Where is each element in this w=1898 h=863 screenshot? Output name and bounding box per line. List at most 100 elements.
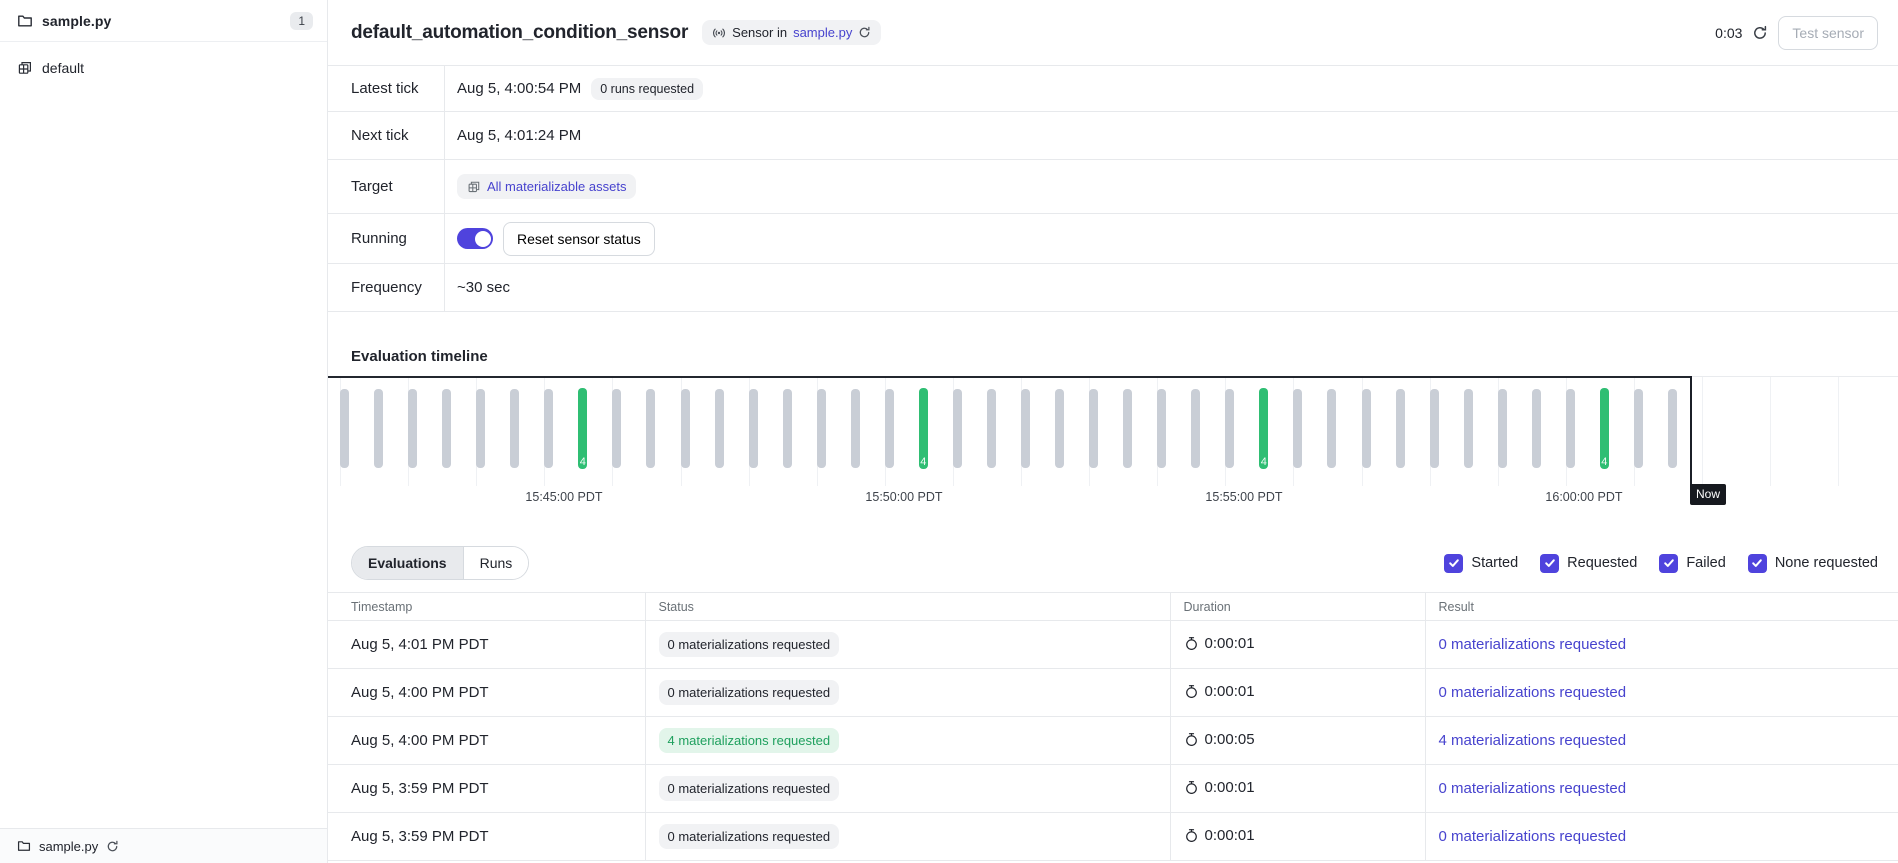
checkbox-checked-icon[interactable] bbox=[1748, 554, 1767, 573]
tick-bar-none[interactable] bbox=[1532, 389, 1541, 468]
tab-runs[interactable]: Runs bbox=[463, 547, 529, 579]
tick-bar-none[interactable] bbox=[442, 389, 451, 468]
stopwatch-icon bbox=[1184, 732, 1199, 747]
column-header-duration: Duration bbox=[1170, 593, 1425, 621]
evaluations-runs-tabs: EvaluationsRuns bbox=[351, 546, 529, 580]
reload-icon[interactable] bbox=[106, 840, 119, 853]
tick-bar-none[interactable] bbox=[1123, 389, 1132, 468]
row-result-link[interactable]: 0 materializations requested bbox=[1439, 828, 1627, 845]
tick-bar-none[interactable] bbox=[1464, 389, 1473, 468]
row-timestamp: Aug 5, 4:01 PM PDT bbox=[351, 636, 489, 653]
row-duration: 0:00:05 bbox=[1205, 731, 1255, 748]
timeline-gridline bbox=[1770, 376, 1771, 486]
app-window: sample.py 1 default sample.py bbox=[0, 0, 1898, 863]
asset-grid-icon bbox=[467, 180, 481, 194]
tick-bar-none[interactable] bbox=[1498, 389, 1507, 468]
tick-bar-none[interactable] bbox=[783, 389, 792, 468]
target-assets-chip[interactable]: All materializable assets bbox=[457, 174, 636, 199]
test-sensor-button[interactable]: Test sensor bbox=[1778, 16, 1878, 50]
checkbox-checked-icon[interactable] bbox=[1540, 554, 1559, 573]
code-location-name: sample.py bbox=[42, 13, 111, 29]
main-panel: default_automation_condition_sensor Sens… bbox=[328, 0, 1898, 863]
filter-none-requested[interactable]: None requested bbox=[1748, 554, 1878, 573]
checkbox-checked-icon[interactable] bbox=[1444, 554, 1463, 573]
tick-bar-requested[interactable]: 4 bbox=[578, 388, 587, 469]
filter-failed[interactable]: Failed bbox=[1659, 554, 1726, 573]
tick-bar-none[interactable] bbox=[340, 389, 349, 468]
tick-bar-none[interactable] bbox=[510, 389, 519, 468]
tick-bar-none[interactable] bbox=[1293, 389, 1302, 468]
tick-bar-none[interactable] bbox=[408, 389, 417, 468]
checkbox-checked-icon[interactable] bbox=[1659, 554, 1678, 573]
tick-bar-none[interactable] bbox=[1225, 389, 1234, 468]
timeline-axis-label: 15:50:00 PDT bbox=[865, 490, 942, 504]
column-header-result: Result bbox=[1425, 593, 1898, 621]
tick-bar-none[interactable] bbox=[1327, 389, 1336, 468]
refresh-icon[interactable] bbox=[1752, 25, 1768, 41]
sensor-origin-file-link[interactable]: sample.py bbox=[793, 25, 852, 40]
tick-bar-none[interactable] bbox=[1566, 389, 1575, 468]
now-marker-tooltip: Now bbox=[1690, 484, 1726, 505]
running-toggle[interactable] bbox=[457, 228, 493, 249]
row-result-link[interactable]: 0 materializations requested bbox=[1439, 636, 1627, 653]
page-title: default_automation_condition_sensor bbox=[351, 22, 688, 44]
timeline-gridline bbox=[1838, 376, 1839, 486]
info-row-frequency: Frequency ~30 sec bbox=[328, 264, 1898, 312]
evaluation-timeline-chart: Now 444415:45:00 PDT15:50:00 PDT15:55:00… bbox=[328, 376, 1898, 516]
reset-sensor-status-button[interactable]: Reset sensor status bbox=[503, 222, 655, 256]
tick-bar-none[interactable] bbox=[1021, 389, 1030, 468]
tick-bar-none[interactable] bbox=[681, 389, 690, 468]
tick-bar-none[interactable] bbox=[1396, 389, 1405, 468]
tick-bar-none[interactable] bbox=[646, 389, 655, 468]
filter-label: None requested bbox=[1775, 555, 1878, 571]
tick-bar-requested[interactable]: 4 bbox=[919, 388, 928, 469]
tick-bar-none[interactable] bbox=[612, 389, 621, 468]
row-result-link[interactable]: 4 materializations requested bbox=[1439, 732, 1627, 749]
sidebar-footer[interactable]: sample.py bbox=[0, 828, 327, 863]
tick-bar-none[interactable] bbox=[885, 389, 894, 468]
table-row: Aug 5, 3:59 PM PDT0 materializations req… bbox=[328, 765, 1898, 813]
row-result-link[interactable]: 0 materializations requested bbox=[1439, 780, 1627, 797]
sidebar-item-default[interactable]: default bbox=[0, 50, 327, 86]
tick-bar-requested[interactable]: 4 bbox=[1600, 388, 1609, 469]
folder-icon bbox=[17, 13, 33, 29]
tick-bar-none[interactable] bbox=[817, 389, 826, 468]
row-result-link[interactable]: 0 materializations requested bbox=[1439, 684, 1627, 701]
tick-bar-none[interactable] bbox=[715, 389, 724, 468]
filter-requested[interactable]: Requested bbox=[1540, 554, 1637, 573]
tick-bar-none[interactable] bbox=[1089, 389, 1098, 468]
tick-bar-requested[interactable]: 4 bbox=[1259, 388, 1268, 469]
tick-bar-none[interactable] bbox=[1055, 389, 1064, 468]
tick-bar-none[interactable] bbox=[1668, 389, 1677, 468]
tick-bar-none[interactable] bbox=[544, 389, 553, 468]
filter-started[interactable]: Started bbox=[1444, 554, 1518, 573]
tick-bar-none[interactable] bbox=[1634, 389, 1643, 468]
row-status-badge: 0 materializations requested bbox=[659, 680, 840, 705]
info-row-latest-tick: Latest tick Aug 5, 4:00:54 PM 0 runs req… bbox=[328, 66, 1898, 112]
row-status-badge: 0 materializations requested bbox=[659, 776, 840, 801]
tick-bar-none[interactable] bbox=[1157, 389, 1166, 468]
tab-evaluations[interactable]: Evaluations bbox=[352, 547, 463, 579]
row-status-badge: 0 materializations requested bbox=[659, 632, 840, 657]
tick-bar-none[interactable] bbox=[987, 389, 996, 468]
tick-bar-none[interactable] bbox=[749, 389, 758, 468]
row-status-badge: 4 materializations requested bbox=[659, 728, 840, 753]
sidebar-code-location[interactable]: sample.py 1 bbox=[0, 0, 327, 42]
tick-bar-none[interactable] bbox=[1430, 389, 1439, 468]
status-filter-checkboxes: Started Requested Failed None requested bbox=[1444, 554, 1878, 573]
tick-bar-none[interactable] bbox=[374, 389, 383, 468]
reload-icon[interactable] bbox=[858, 26, 871, 39]
row-timestamp: Aug 5, 4:00 PM PDT bbox=[351, 732, 489, 749]
tick-bar-none[interactable] bbox=[851, 389, 860, 468]
refresh-countdown: 0:03 bbox=[1715, 25, 1742, 41]
sensor-info-table: Latest tick Aug 5, 4:00:54 PM 0 runs req… bbox=[328, 65, 1898, 312]
timeline-axis-label: 15:45:00 PDT bbox=[525, 490, 602, 504]
tick-bar-none[interactable] bbox=[953, 389, 962, 468]
tick-bar-none[interactable] bbox=[476, 389, 485, 468]
tick-bar-none[interactable] bbox=[1191, 389, 1200, 468]
tick-bar-none[interactable] bbox=[1362, 389, 1371, 468]
table-header-row: Timestamp Status Duration Result bbox=[328, 593, 1898, 621]
table-row: Aug 5, 4:00 PM PDT0 materializations req… bbox=[328, 669, 1898, 717]
timeline-heading: Evaluation timeline bbox=[351, 348, 1898, 365]
info-row-next-tick: Next tick Aug 5, 4:01:24 PM bbox=[328, 112, 1898, 160]
